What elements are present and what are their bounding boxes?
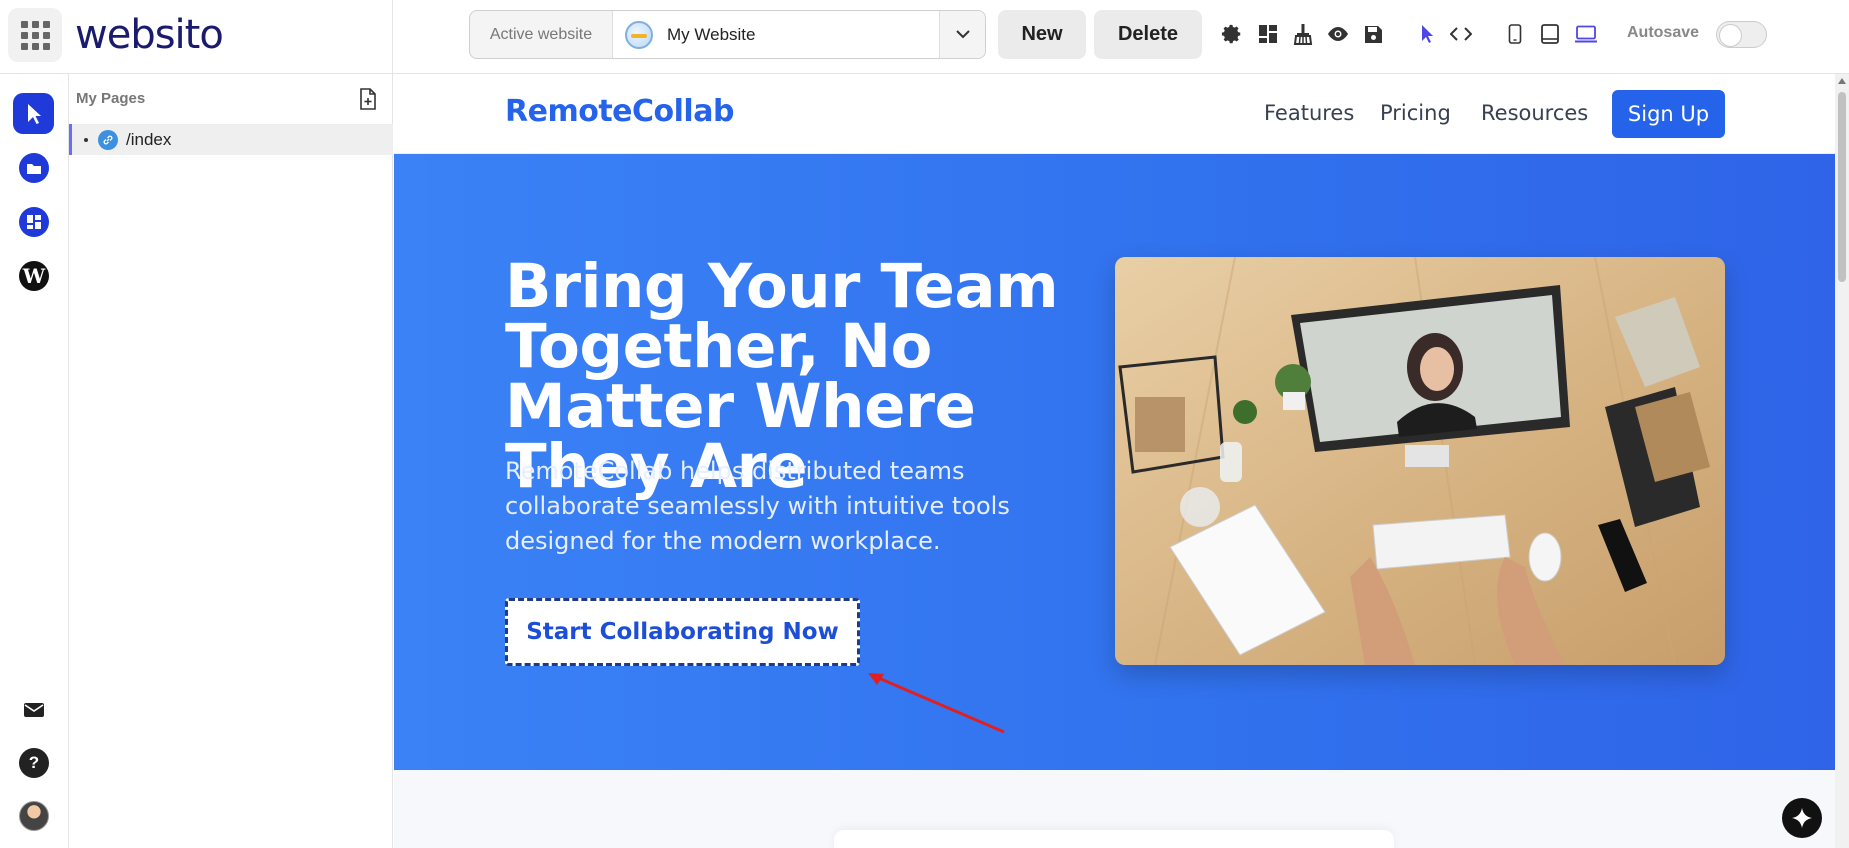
avatar[interactable] [19,801,49,831]
eye-icon[interactable] [1326,22,1350,46]
ai-assistant-button[interactable] [1782,798,1822,838]
top-toolbar: websito Active website My Website New De… [0,0,1849,74]
gear-icon[interactable] [1220,22,1244,46]
rail-wordpress-button[interactable]: W [19,261,49,291]
page-item-index[interactable]: /index [69,124,393,155]
tablet-icon[interactable] [1538,22,1562,46]
site-navbar: RemoteCollab Features Pricing Resources … [394,74,1835,154]
mobile-icon[interactable] [1503,22,1527,46]
mail-icon [24,703,44,717]
active-website-value-box[interactable]: My Website [612,11,939,58]
rail-help-button[interactable]: ? [19,748,49,778]
sparkle-icon [1792,808,1812,828]
hero-section: Bring Your Team Together, No Matter Wher… [394,154,1835,770]
delete-button[interactable]: Delete [1094,10,1202,59]
signup-button[interactable]: Sign Up [1612,90,1725,138]
apps-grid-icon [20,20,50,50]
autosave-label: Autosave [1627,24,1700,41]
app-window: websito Active website My Website New De… [0,0,1849,848]
new-button[interactable]: New [998,10,1086,59]
hero-subtitle: RemoteCollab helps distributed teams col… [505,457,1010,555]
active-website-value: My Website [667,24,756,44]
globe-icon [625,20,653,49]
page-path: /index [126,129,172,149]
cursor-icon[interactable] [1415,22,1439,46]
annotation-arrow [868,673,1005,734]
cursor-icon [27,103,41,124]
chevron-down-icon[interactable] [939,11,985,58]
next-section-card [834,830,1394,848]
broom-icon[interactable] [1291,22,1315,46]
code-icon[interactable] [1449,22,1473,46]
pages-panel: My Pages /index [69,74,393,848]
wordpress-icon: W [22,264,46,288]
pages-panel-title: My Pages [76,90,146,107]
site-brand[interactable]: RemoteCollab [505,94,734,129]
nav-link-resources[interactable]: Resources [1481,101,1588,125]
apps-grid-button[interactable] [8,8,62,62]
nav-link-pricing[interactable]: Pricing [1380,101,1451,125]
rail-mail-button[interactable] [19,695,49,725]
scroll-up-arrow-icon[interactable] [1838,78,1846,84]
start-collaborating-button[interactable]: Start Collaborating Now [505,598,860,666]
rail-dashboard-button[interactable] [19,207,49,237]
active-website-select[interactable]: Active website My Website [469,10,986,59]
save-icon[interactable] [1361,22,1385,46]
dashboard-icon [27,215,41,229]
desktop-icon[interactable] [1574,22,1598,46]
scrollbar-thumb[interactable] [1838,92,1846,282]
help-icon: ? [28,753,40,772]
page-canvas: RemoteCollab Features Pricing Resources … [394,74,1835,848]
canvas-scrollbar[interactable] [1835,74,1849,848]
bullet [84,137,88,142]
folder-icon [27,163,41,174]
nav-link-features[interactable]: Features [1264,101,1354,125]
link-icon [98,129,118,150]
left-icon-rail: W ? [0,74,69,848]
active-website-label: Active website [489,25,593,43]
app-logo: websito [75,12,224,58]
add-page-icon[interactable] [358,88,378,110]
rail-files-button[interactable] [19,153,49,183]
autosave-toggle[interactable] [1716,21,1767,48]
rail-select-button[interactable] [13,93,54,134]
brand-area: websito [0,0,393,74]
blocks-icon[interactable] [1256,22,1280,46]
hero-image [1115,257,1725,665]
